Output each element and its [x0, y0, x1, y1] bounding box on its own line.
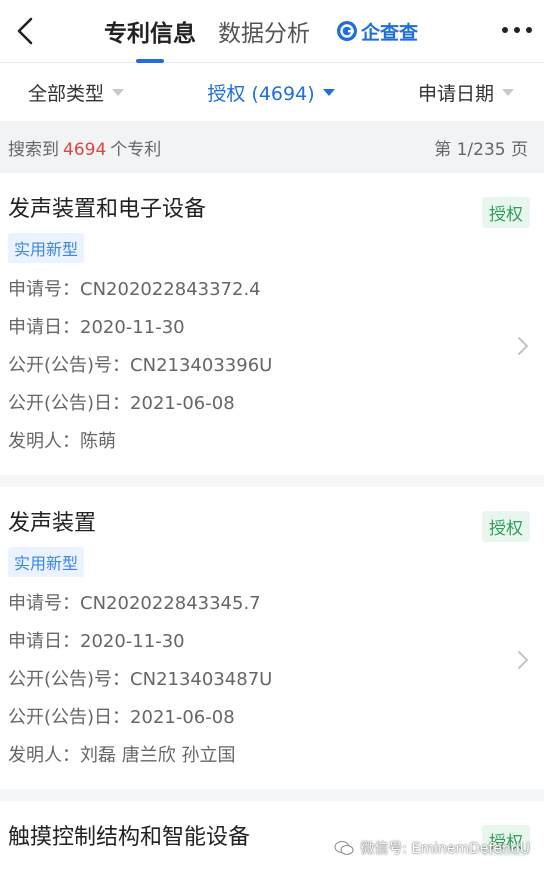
- application-date: 申请日：2020-11-30: [8, 317, 536, 339]
- tab-patent-info[interactable]: 专利信息: [104, 8, 196, 54]
- application-number: 申请号：CN202022843372.4: [8, 279, 536, 301]
- field-value: 2020-11-30: [80, 317, 185, 338]
- field-value: CN202022843345.7: [80, 593, 261, 614]
- watermark-text: 微信号: EminemDefendU: [360, 841, 530, 857]
- field-value: 刘磊 唐兰欣 孙立国: [80, 745, 236, 766]
- publication-date: 公开(公告)日：2021-06-08: [8, 393, 536, 415]
- caret-down-icon: [322, 88, 335, 96]
- field-label: 公开(公告)号：: [8, 355, 131, 376]
- field-value: 陈萌: [80, 431, 116, 452]
- brand-name: 企查查: [360, 21, 418, 44]
- caret-down-icon: [502, 88, 514, 96]
- field-label: 申请日：: [8, 317, 80, 338]
- chevron-right-icon[interactable]: [516, 649, 530, 671]
- back-arrow-icon: [17, 17, 33, 45]
- inventor: 发明人：陈萌: [8, 431, 536, 453]
- filter-bar: 全部类型 授权 (4694) 申请日期: [0, 62, 544, 121]
- filter-date-label: 申请日期: [417, 82, 494, 105]
- filter-status-label: 授权 (4694): [207, 82, 315, 105]
- field-value: 2021-06-08: [130, 393, 235, 414]
- qichacha-logo-icon: [336, 21, 357, 41]
- field-label: 申请号：: [8, 593, 80, 614]
- page-indicator: 第 1/235 页: [434, 139, 528, 160]
- status-badge: 授权: [482, 197, 530, 228]
- more-menu-button[interactable]: [502, 18, 532, 42]
- field-label: 公开(公告)日：: [8, 393, 131, 414]
- wechat-icon: [334, 841, 354, 855]
- chevron-right-icon[interactable]: [516, 335, 530, 357]
- summary-suffix: 个专利: [110, 139, 162, 160]
- field-label: 申请号：: [8, 279, 80, 300]
- more-dot-icon: [526, 27, 532, 33]
- filter-date[interactable]: 申请日期: [418, 79, 514, 106]
- field-label: 申请日：: [8, 631, 80, 652]
- caret-down-icon: [112, 88, 125, 96]
- more-dot-icon: [514, 27, 520, 33]
- result-count-text: 搜索到 4694 个专利: [8, 135, 161, 160]
- publication-date: 公开(公告)日：2021-06-08: [8, 707, 536, 729]
- field-value: 2020-11-30: [80, 631, 185, 652]
- application-number: 申请号：CN202022843345.7: [8, 593, 536, 615]
- publication-number: 公开(公告)号：CN213403396U: [8, 355, 536, 377]
- summary-prefix: 搜索到: [8, 139, 59, 160]
- patent-card[interactable]: 发声装置 授权 实用新型 申请号：CN202022843345.7 申请日：20…: [0, 487, 544, 789]
- brand-logo: 企查查: [336, 18, 418, 45]
- result-count: 4694: [63, 139, 107, 160]
- patent-type-tag: 实用新型: [8, 233, 85, 263]
- wechat-watermark: 微信号: EminemDefendU: [334, 838, 530, 858]
- field-label: 公开(公告)号：: [8, 669, 131, 690]
- application-date: 申请日：2020-11-30: [8, 631, 536, 653]
- field-value: CN202022843372.4: [80, 279, 261, 300]
- back-button[interactable]: [12, 14, 38, 48]
- header-tabs: 专利信息 数据分析 企查查: [104, 8, 418, 54]
- field-value: CN213403396U: [130, 355, 273, 376]
- field-label: 公开(公告)日：: [8, 707, 131, 728]
- filter-type-label: 全部类型: [28, 82, 105, 105]
- patent-card[interactable]: 发声装置和电子设备 授权 实用新型 申请号：CN202022843372.4 申…: [0, 173, 544, 475]
- patent-type-tag: 实用新型: [8, 547, 85, 577]
- result-summary: 搜索到 4694 个专利 第 1/235 页: [0, 121, 544, 173]
- more-dot-icon: [502, 27, 508, 33]
- top-nav-bar: 专利信息 数据分析 企查查: [0, 0, 544, 62]
- publication-number: 公开(公告)号：CN213403487U: [8, 669, 536, 691]
- field-value: 2021-06-08: [130, 707, 235, 728]
- tab-data-analysis[interactable]: 数据分析: [218, 8, 310, 54]
- filter-type[interactable]: 全部类型: [28, 79, 125, 106]
- status-badge: 授权: [482, 511, 530, 542]
- patent-title: 发声装置和电子设备: [8, 197, 207, 222]
- inventor: 发明人：刘磊 唐兰欣 孙立国: [8, 745, 536, 767]
- field-label: 发明人：: [8, 745, 80, 766]
- filter-status[interactable]: 授权 (4694): [207, 79, 335, 106]
- field-value: CN213403487U: [130, 669, 273, 690]
- field-label: 发明人：: [8, 431, 80, 452]
- patent-title: 发声装置: [8, 511, 97, 536]
